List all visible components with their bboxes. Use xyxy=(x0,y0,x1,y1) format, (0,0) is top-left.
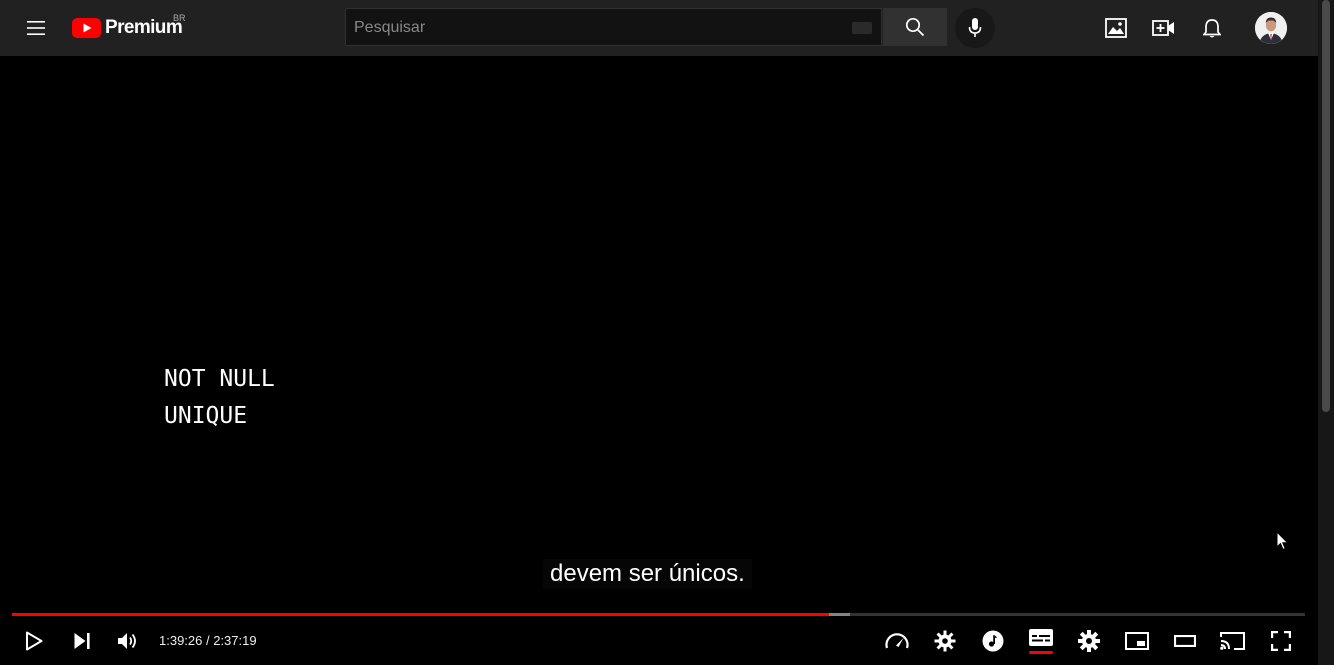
time-display: 1:39:26 / 2:37:19 xyxy=(159,633,257,648)
volume-icon xyxy=(118,633,136,649)
youtube-logo-icon xyxy=(72,18,101,38)
quality-button[interactable] xyxy=(927,624,963,658)
miniplayer-icon xyxy=(1125,632,1149,650)
subtitles-button[interactable] xyxy=(1023,624,1059,658)
subtitle-caption: devem ser únicos. xyxy=(543,559,752,589)
keyboard-icon[interactable] xyxy=(852,22,872,34)
settings-button[interactable] xyxy=(1071,624,1107,658)
search-box[interactable] xyxy=(345,8,882,47)
music-icon xyxy=(982,630,1004,652)
masthead: Premium BR xyxy=(0,0,1318,56)
playback-speed-button[interactable] xyxy=(879,624,915,658)
search-input[interactable] xyxy=(352,9,836,47)
cast-icon xyxy=(1220,632,1245,650)
settings-icon xyxy=(1078,630,1100,652)
video-text-line-unique: UNIQUE xyxy=(164,403,248,429)
subtitles-icon xyxy=(1029,629,1053,654)
menu-icon xyxy=(27,21,45,35)
microphone-icon xyxy=(968,18,982,37)
mute-button[interactable] xyxy=(110,624,146,658)
notifications-button[interactable] xyxy=(1196,12,1228,44)
create-button[interactable] xyxy=(1148,12,1180,44)
logo-country-code: BR xyxy=(173,13,186,23)
avatar[interactable] xyxy=(1255,12,1287,44)
theater-mode-button[interactable] xyxy=(1167,624,1203,658)
video-text-line-not-null: NOT NULL xyxy=(164,366,275,392)
bell-icon xyxy=(1203,18,1221,37)
voice-search-button[interactable] xyxy=(955,8,995,48)
playback-speed-icon xyxy=(885,633,909,649)
scrollbar-thumb[interactable] xyxy=(1322,0,1330,412)
fullscreen-button[interactable] xyxy=(1263,624,1299,658)
profile-picture-icon xyxy=(1255,12,1287,44)
logo-text: Premium xyxy=(105,17,183,38)
quality-gear-icon xyxy=(934,630,956,652)
play-icon xyxy=(26,631,43,651)
play-button[interactable] xyxy=(16,624,52,658)
image-icon xyxy=(1105,18,1127,38)
page-scrollbar[interactable] xyxy=(1318,0,1334,665)
create-video-icon xyxy=(1152,20,1174,36)
next-icon xyxy=(74,633,90,649)
video-frame-text: NOT NULL UNIQUE xyxy=(164,361,275,435)
search-button[interactable] xyxy=(883,8,947,46)
upload-image-button[interactable] xyxy=(1100,12,1132,44)
theater-mode-icon xyxy=(1174,635,1196,647)
music-button[interactable] xyxy=(975,624,1011,658)
search-icon xyxy=(905,17,925,37)
menu-button[interactable] xyxy=(20,12,52,44)
fullscreen-icon xyxy=(1271,631,1291,651)
miniplayer-button[interactable] xyxy=(1119,624,1155,658)
mouse-cursor-icon xyxy=(1276,531,1289,551)
progress-played xyxy=(12,613,830,616)
next-button[interactable] xyxy=(64,624,100,658)
progress-bar[interactable] xyxy=(12,613,1305,616)
cast-button[interactable] xyxy=(1215,624,1251,658)
youtube-premium-logo[interactable]: Premium xyxy=(72,14,183,42)
